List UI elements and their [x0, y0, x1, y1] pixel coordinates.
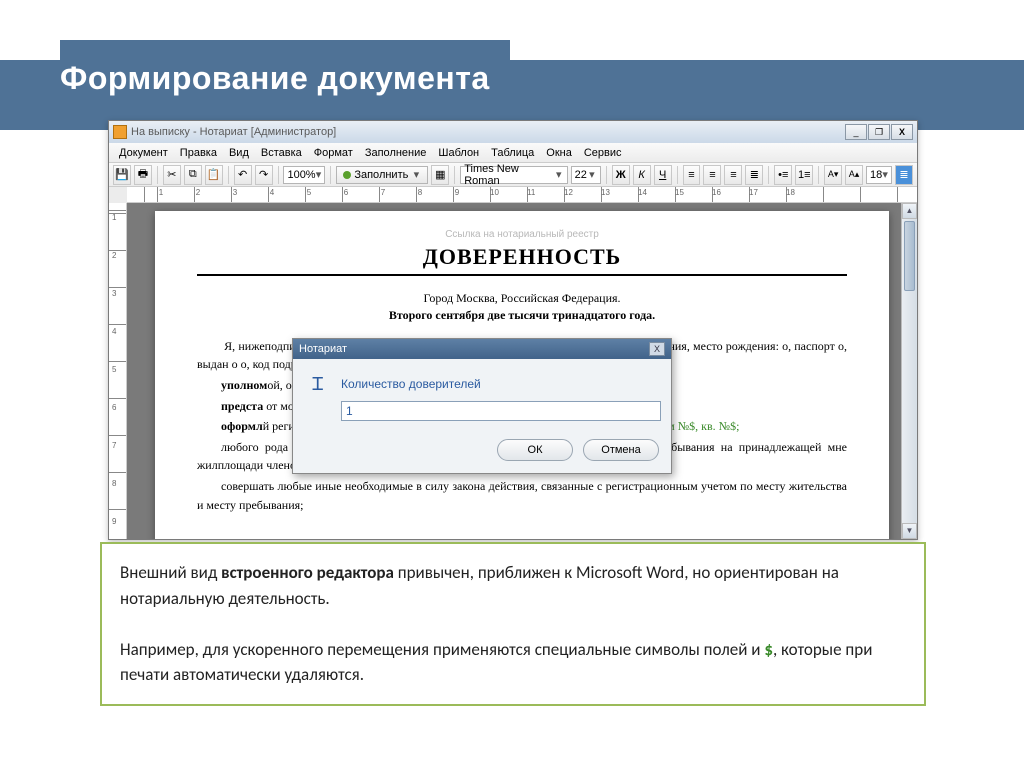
cut-icon[interactable]: ✂	[163, 165, 181, 185]
menu-insert[interactable]: Вставка	[255, 147, 308, 159]
menu-table[interactable]: Таблица	[485, 147, 540, 159]
redo-icon[interactable]: ↷	[255, 165, 273, 185]
dialog-title-text: Нотариат	[299, 343, 347, 355]
underline-button[interactable]: Ч	[654, 165, 672, 185]
fill-mode-icon[interactable]: ▦	[431, 165, 449, 185]
separator-icon	[157, 166, 158, 184]
scrollbar-vertical[interactable]: ▲ ▼	[901, 203, 917, 539]
toolbar: 💾 🖶 ✂ ⧉ 📋 ↶ ↷ 100%▾ Заполнить▾ ▦ Times N…	[109, 163, 917, 187]
cancel-button[interactable]: Отмена	[583, 439, 659, 461]
menu-fill[interactable]: Заполнение	[359, 147, 433, 159]
zoom-value: 100%	[287, 169, 315, 181]
separator-icon	[454, 166, 455, 184]
chevron-down-icon: ▾	[587, 168, 597, 181]
window-title: На выписку - Нотариат [Администратор]	[131, 126, 336, 138]
document-viewport[interactable]: Ссылка на нотариальный реестр ДОВЕРЕННОС…	[127, 203, 917, 539]
slide-title-container: Формирование документа	[60, 40, 510, 117]
close-button[interactable]: X	[891, 124, 913, 140]
ruler-v-ticks: 12345678910	[112, 213, 121, 539]
scroll-thumb[interactable]	[904, 221, 915, 291]
font-size-combo[interactable]: 22▾	[571, 166, 601, 184]
fill-label: Заполнить	[354, 169, 408, 181]
ruler-vertical[interactable]: 12345678910	[109, 203, 127, 539]
separator-icon	[330, 166, 331, 184]
dollar-symbol: $	[764, 639, 773, 660]
font-value: Times New Roman	[464, 163, 554, 187]
italic-button[interactable]: К	[633, 165, 651, 185]
font-smaller-icon[interactable]: A▾	[824, 165, 842, 185]
dialog-row: Ꮖ Количество доверителей	[305, 373, 659, 395]
chevron-down-icon: ▾	[882, 168, 888, 181]
dialog-titlebar[interactable]: Нотариат X	[293, 339, 671, 359]
menubar: Документ Правка Вид Вставка Формат Запол…	[109, 143, 917, 163]
document-center: Город Москва, Российская Федерация. Втор…	[197, 290, 847, 325]
bold-button[interactable]: Ж	[612, 165, 630, 185]
page-hint: Ссылка на нотариальный реестр	[197, 229, 847, 240]
titlebar[interactable]: На выписку - Нотариат [Администратор] _ …	[109, 121, 917, 143]
chevron-down-icon: ▾	[554, 168, 564, 181]
undo-icon[interactable]: ↶	[234, 165, 252, 185]
font-combo[interactable]: Times New Roman▾	[460, 166, 567, 184]
copy-icon[interactable]: ⧉	[184, 165, 202, 185]
ruler-horizontal[interactable]: 123456789101112131415161718	[127, 187, 917, 203]
scroll-up-icon[interactable]: ▲	[902, 203, 917, 219]
dialog-input[interactable]	[341, 401, 661, 421]
ok-button[interactable]: ОК	[497, 439, 573, 461]
separator-icon	[278, 166, 279, 184]
separator-icon	[228, 166, 229, 184]
menu-windows[interactable]: Окна	[540, 147, 578, 159]
doc-center-line1: Город Москва, Российская Федерация.	[423, 291, 620, 305]
fill-button[interactable]: Заполнить▾	[336, 166, 428, 184]
font-size-value: 22	[575, 169, 587, 181]
menu-edit[interactable]: Правка	[174, 147, 223, 159]
dialog-buttons: ОК Отмена	[293, 431, 671, 473]
doc-p6: совершать любые иные необходимые в силу …	[197, 477, 847, 514]
ruler-h-ticks: 123456789101112131415161718	[157, 188, 794, 197]
caption-box: Внешний вид встроенного редактора привыч…	[100, 542, 926, 706]
separator-icon	[768, 166, 769, 184]
chevron-down-icon: ▾	[411, 168, 421, 181]
menu-document[interactable]: Документ	[113, 147, 174, 159]
save-icon[interactable]: 💾	[113, 165, 131, 185]
app-window: На выписку - Нотариат [Администратор] _ …	[108, 120, 918, 540]
dialog-body: Ꮖ Количество доверителей	[293, 359, 671, 431]
slide-title: Формирование документа	[60, 60, 490, 97]
separator-icon	[677, 166, 678, 184]
paste-icon[interactable]: 📋	[205, 165, 223, 185]
app-icon	[113, 125, 127, 139]
separator-icon	[818, 166, 819, 184]
list-bullet-icon[interactable]: •≡	[774, 165, 792, 185]
align-center-icon[interactable]: ≡	[703, 165, 721, 185]
scroll-down-icon[interactable]: ▼	[902, 523, 917, 539]
dialog-close-icon[interactable]: X	[649, 342, 665, 356]
align-right-icon[interactable]: ≡	[724, 165, 742, 185]
font-larger-icon[interactable]: A▴	[845, 165, 863, 185]
menu-view[interactable]: Вид	[223, 147, 255, 159]
dialog: Нотариат X Ꮖ Количество доверителей ОК О…	[292, 338, 672, 474]
chevron-down-icon: ▾	[316, 168, 322, 181]
document-title: ДОВЕРЕННОСТЬ	[197, 244, 847, 276]
window-controls: _ ❐ X	[845, 124, 913, 140]
caption-p2: Например, для ускоренного перемещения пр…	[120, 637, 906, 688]
menu-template[interactable]: Шаблон	[432, 147, 485, 159]
caption-p1: Внешний вид встроенного редактора привыч…	[120, 560, 906, 611]
align-left-icon[interactable]: ≡	[683, 165, 701, 185]
menu-format[interactable]: Формат	[308, 147, 359, 159]
maximize-button[interactable]: ❐	[868, 124, 890, 140]
print-icon[interactable]: 🖶	[134, 165, 152, 185]
separator-icon	[606, 166, 607, 184]
ruler-ext-combo[interactable]: 18▾	[866, 166, 892, 184]
menu-service[interactable]: Сервис	[578, 147, 628, 159]
ruler-ext-value: 18	[870, 169, 882, 181]
dialog-label: Количество доверителей	[341, 377, 481, 391]
work-area: 12345678910 Ссылка на нотариальный реест…	[109, 203, 917, 539]
list-number-icon[interactable]: 1≡	[795, 165, 813, 185]
doc-center-line2: Второго сентября две тысячи тринадцатого…	[389, 308, 655, 322]
align-justify-icon[interactable]: ≣	[745, 165, 763, 185]
text-cursor-icon: Ꮖ	[305, 373, 331, 395]
toolbar-end-icon[interactable]: ≣	[895, 165, 913, 185]
zoom-combo[interactable]: 100%▾	[283, 166, 325, 184]
minimize-button[interactable]: _	[845, 124, 867, 140]
